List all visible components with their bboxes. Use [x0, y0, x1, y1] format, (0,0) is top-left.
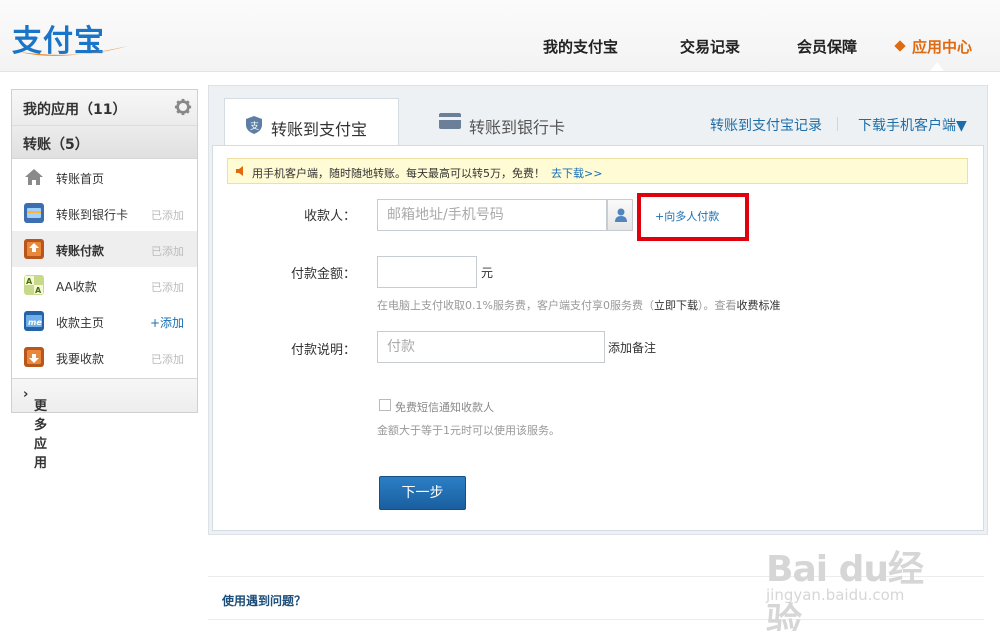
sidebar-item-label: 转账首页 — [56, 172, 105, 186]
download-client-link[interactable]: 下载手机客户端▼ — [858, 115, 967, 135]
contacts-button[interactable] — [607, 199, 633, 231]
tab-transfer-to-alipay[interactable]: 支 转账到支付宝 — [224, 98, 399, 146]
sidebar-item-label: AA收款 — [56, 280, 97, 294]
sidebar-item-bank-card[interactable]: 转账到银行卡 已添加 — [12, 195, 197, 231]
notice-text: 用手机客户端，随时随地转账。每天最高可以转5万，免费！ — [252, 167, 545, 180]
nav-app-center-label: 应用中心 — [912, 38, 973, 56]
nav-active-pointer — [930, 62, 944, 71]
logo-swoosh-icon — [20, 46, 128, 56]
memo-label: 付款说明： — [290, 343, 356, 358]
tab-label: 转账到支付宝 — [271, 120, 368, 139]
sidebar-item-transfer-pay[interactable]: 转账付款 已添加 — [12, 231, 197, 267]
sidebar-item-status: 已添加 — [151, 281, 184, 294]
shield-icon: 支 — [246, 116, 262, 134]
next-step-button[interactable]: 下一步 — [379, 476, 466, 510]
alipay-logo[interactable]: 支付宝 — [12, 12, 130, 59]
svg-text:me: me — [28, 318, 42, 327]
more-apps-link[interactable]: 更多应用 › — [12, 378, 197, 471]
notice-bar: 用手机客户端，随时随地转账。每天最高可以转5万，免费！ 去下载>> — [227, 158, 968, 184]
fee-hint: 在电脑上支付收取0.1%服务费，客户端支付享0服务费（立即下载）。查看收费标准 — [377, 297, 780, 313]
fee-hint-text: 在电脑上支付收取0.1%服务费，客户端支付享0服务费（ — [377, 299, 654, 312]
sidebar-item-status: 已添加 — [151, 245, 184, 258]
sidebar-title: 我的应用（11） — [23, 102, 127, 118]
top-header: 支付宝 我的支付宝 交易记录 会员保障 应用中心 — [0, 0, 1000, 72]
sidebar-item-status: 已添加 — [151, 209, 184, 222]
fee-download-link[interactable]: 立即下载 — [654, 299, 698, 312]
nav-my-alipay[interactable]: 我的支付宝 — [543, 36, 618, 56]
link-divider — [837, 117, 838, 131]
transfer-panel: 支 转账到支付宝 转账到银行卡 转账到支付宝记录 下载手机客户端▼ 用手机客户端… — [208, 85, 988, 535]
sidebar-group-transfer[interactable]: 转账（5） — [12, 126, 197, 159]
memo-input[interactable]: 付款 — [377, 331, 605, 363]
transfer-pay-icon — [24, 239, 44, 259]
payee-label: 收款人： — [303, 209, 356, 224]
transfer-records-link[interactable]: 转账到支付宝记录 — [710, 115, 822, 135]
bank-card-tab-icon — [439, 113, 461, 129]
home-icon — [25, 169, 43, 185]
sidebar-item-label: 转账付款 — [56, 244, 105, 258]
faq-link[interactable]: 使用遇到问题？ — [222, 592, 306, 609]
person-icon — [615, 208, 627, 222]
svg-text:A: A — [26, 277, 33, 286]
baidu-watermark: Bai du经验 jingyan.baidu.com — [766, 522, 946, 631]
collect-home-icon: me — [24, 311, 44, 331]
sms-label: 免费短信通知收款人 — [395, 401, 494, 414]
speaker-icon — [236, 166, 243, 176]
aa-collect-icon: A A — [24, 275, 44, 295]
sidebar-item-collect-home[interactable]: me 收款主页 +添加 — [12, 303, 197, 339]
amount-input[interactable] — [377, 256, 477, 288]
sms-checkbox[interactable] — [379, 399, 391, 411]
fee-standard-link[interactable]: 收费标准 — [736, 299, 780, 312]
bank-card-icon — [24, 203, 44, 223]
nav-transactions[interactable]: 交易记录 — [680, 36, 740, 56]
amount-unit: 元 — [481, 266, 494, 280]
payee-input[interactable]: 邮箱地址/手机号码 — [377, 199, 607, 231]
sidebar-item-status: 已添加 — [151, 353, 184, 366]
transfer-form: 用手机客户端，随时随地转账。每天最高可以转5万，免费！ 去下载>> 收款人： 邮箱… — [212, 145, 984, 531]
chevron-right-icon: › — [23, 387, 29, 402]
amount-label: 付款金额： — [290, 267, 356, 282]
svg-text:A: A — [35, 286, 42, 295]
sms-hint: 金额大于等于1元时可以使用该服务。 — [377, 424, 560, 437]
tab-transfer-to-bank[interactable]: 转账到银行卡 — [469, 114, 565, 138]
sidebar-header: 我的应用（11） — [12, 90, 197, 126]
sidebar-item-label: 收款主页 — [56, 316, 105, 330]
sidebar-item-request-money[interactable]: 我要收款 已添加 — [12, 339, 197, 375]
add-memo-link[interactable]: 添加备注 — [608, 339, 656, 356]
request-money-icon — [24, 347, 44, 367]
sidebar-group-label: 转账（5） — [23, 137, 89, 153]
sidebar-item-transfer-home[interactable]: 转账首页 — [12, 159, 197, 195]
svg-text:支: 支 — [250, 120, 259, 132]
sidebar-item-aa-collect[interactable]: A A AA收款 已添加 — [12, 267, 197, 303]
nav-active-diamond-icon — [894, 40, 906, 52]
gear-icon[interactable] — [174, 98, 192, 116]
sidebar-item-label: 转账到银行卡 — [56, 208, 129, 222]
sidebar-item-add-button[interactable]: +添加 — [150, 314, 184, 331]
nav-app-center[interactable]: 应用中心 — [894, 36, 973, 56]
sidebar-item-label: 我要收款 — [56, 352, 105, 366]
watermark-sub: jingyan.baidu.com — [766, 586, 905, 604]
more-apps-label: 更多应用 — [34, 399, 48, 471]
notice-download-link[interactable]: 去下载>> — [551, 167, 602, 180]
fee-hint-text-2: ）。查看 — [697, 299, 737, 312]
pay-multiple-link[interactable]: +向多人付款 — [655, 208, 719, 224]
nav-member-protection[interactable]: 会员保障 — [797, 36, 857, 56]
sidebar: 我的应用（11） 转账（5） 转账首页 转账到银行卡 已添加 转账付款 已添加 … — [11, 89, 198, 471]
